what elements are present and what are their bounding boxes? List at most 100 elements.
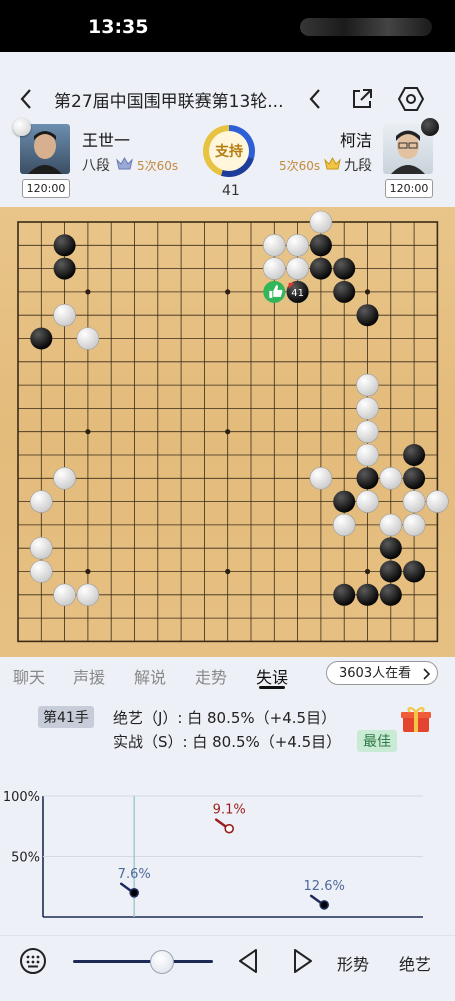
star-point: [85, 429, 91, 435]
star-point: [85, 289, 91, 295]
white-stone: [286, 233, 309, 257]
chart-point[interactable]: [319, 900, 330, 910]
white-stone: [29, 560, 53, 583]
active-tab-indicator: [259, 686, 285, 689]
viewers-count: 3603人在看: [339, 666, 412, 681]
white-stone: [309, 210, 333, 234]
support-button[interactable]: 支持: [203, 125, 255, 177]
chart-point-label: 7.6%: [118, 867, 151, 882]
white-stone: [29, 490, 53, 513]
black-stone: [379, 583, 402, 606]
white-stone: [356, 373, 379, 397]
tab-trend[interactable]: 走势: [195, 664, 227, 688]
black-stone: [333, 490, 356, 513]
white-stone: [309, 466, 333, 490]
white-stone: [262, 233, 286, 257]
white-stone-indicator: [13, 118, 31, 136]
white-stone: [379, 513, 403, 537]
situation-button[interactable]: 形势: [337, 951, 369, 975]
white-stone: [402, 490, 426, 513]
black-stone: [356, 583, 379, 606]
white-stone: [76, 327, 100, 350]
white-stone: [356, 443, 379, 467]
mistake-chart: 100% 50% 7.6% 9.1% 12.6%: [0, 780, 455, 930]
black-stone: [53, 234, 76, 257]
white-player-name: 王世一: [82, 131, 131, 150]
move-slider-track[interactable]: [73, 960, 213, 963]
next-icon[interactable]: [288, 944, 318, 978]
black-crown-icon: [324, 156, 341, 175]
white-stone: [29, 536, 53, 560]
white-player-rank: 八段: [82, 158, 110, 174]
tab-chat[interactable]: 聊天: [13, 664, 45, 688]
white-byoyomi: 5次60s: [137, 159, 179, 173]
white-time: 120:00: [22, 179, 70, 198]
black-stone: [403, 560, 426, 583]
tab-mistakes[interactable]: 失误: [256, 664, 288, 688]
white-stone: [356, 420, 379, 443]
black-stone: [53, 257, 76, 280]
chevron-right-icon: [423, 668, 431, 680]
move-number: 41: [222, 183, 240, 199]
star-point: [364, 289, 371, 295]
chart-ytick-label: 100%: [3, 790, 40, 805]
black-stone: [379, 537, 402, 560]
gift-icon[interactable]: [400, 705, 432, 737]
tab-cheer[interactable]: 声援: [73, 664, 105, 688]
black-byoyomi: 5次60s: [279, 159, 321, 173]
black-player-name: 柯洁: [340, 131, 373, 150]
page-title: 第27届中国围甲联赛第13轮...: [54, 92, 284, 112]
best-badge: 最佳: [357, 730, 397, 752]
tab-commentary[interactable]: 解说: [134, 664, 166, 688]
black-stone: [356, 467, 379, 490]
chart-point-label: 12.6%: [304, 879, 345, 894]
chart-point-label: 9.1%: [213, 803, 246, 818]
prev-move-icon[interactable]: [304, 86, 326, 112]
board-grid[interactable]: 41: [0, 207, 455, 657]
previous-icon[interactable]: [233, 944, 263, 978]
star-point: [364, 568, 371, 575]
bottom-bar: 形势 绝艺: [0, 935, 455, 1001]
black-stone: [379, 560, 402, 583]
move-badge: 第41手: [38, 706, 94, 728]
black-stone: [403, 444, 426, 466]
black-stone: [356, 304, 379, 327]
white-stone: [53, 303, 76, 327]
ai-button[interactable]: 绝艺: [399, 951, 431, 975]
white-crown-icon: [116, 156, 133, 175]
white-stone: [356, 490, 379, 513]
status-icons: [300, 18, 432, 36]
chart-point[interactable]: [129, 888, 139, 898]
white-stone: [286, 257, 309, 280]
settings-icon[interactable]: [397, 85, 425, 113]
tab-bar: 聊天 声援 解说 走势 失误 3603人在看: [0, 657, 455, 693]
move-slider-handle[interactable]: [150, 950, 175, 974]
chart-point[interactable]: [224, 823, 234, 834]
black-time: 120:00: [385, 179, 433, 198]
white-stone: [332, 513, 356, 537]
black-stone: [403, 467, 426, 490]
black-stone: [333, 280, 356, 303]
black-stone: [309, 234, 332, 257]
actual-evaluation: 实战（S）: 白 80.5%（+4.5目）: [113, 733, 342, 751]
go-board[interactable]: 41: [0, 207, 455, 657]
star-point: [85, 568, 91, 575]
black-stone: [30, 327, 53, 350]
status-time: 13:35: [88, 16, 149, 38]
star-point: [225, 568, 231, 575]
viewers-button[interactable]: 3603人在看: [326, 661, 438, 685]
black-stone: [309, 257, 332, 280]
white-stone: [379, 466, 403, 490]
share-icon[interactable]: [349, 86, 375, 112]
white-stone: [402, 513, 426, 537]
white-stone: [53, 583, 76, 607]
white-stone: [356, 397, 379, 420]
black-stone: [333, 583, 356, 606]
black-player-rank: 九段: [344, 158, 372, 174]
back-icon[interactable]: [14, 86, 38, 112]
star-point: [225, 289, 231, 295]
keyboard-icon[interactable]: [18, 946, 48, 976]
white-stone: [76, 583, 100, 607]
status-bar: 13:35: [0, 0, 455, 52]
ai-evaluation: 绝艺（J）: 白 80.5%（+4.5目）: [113, 709, 337, 727]
